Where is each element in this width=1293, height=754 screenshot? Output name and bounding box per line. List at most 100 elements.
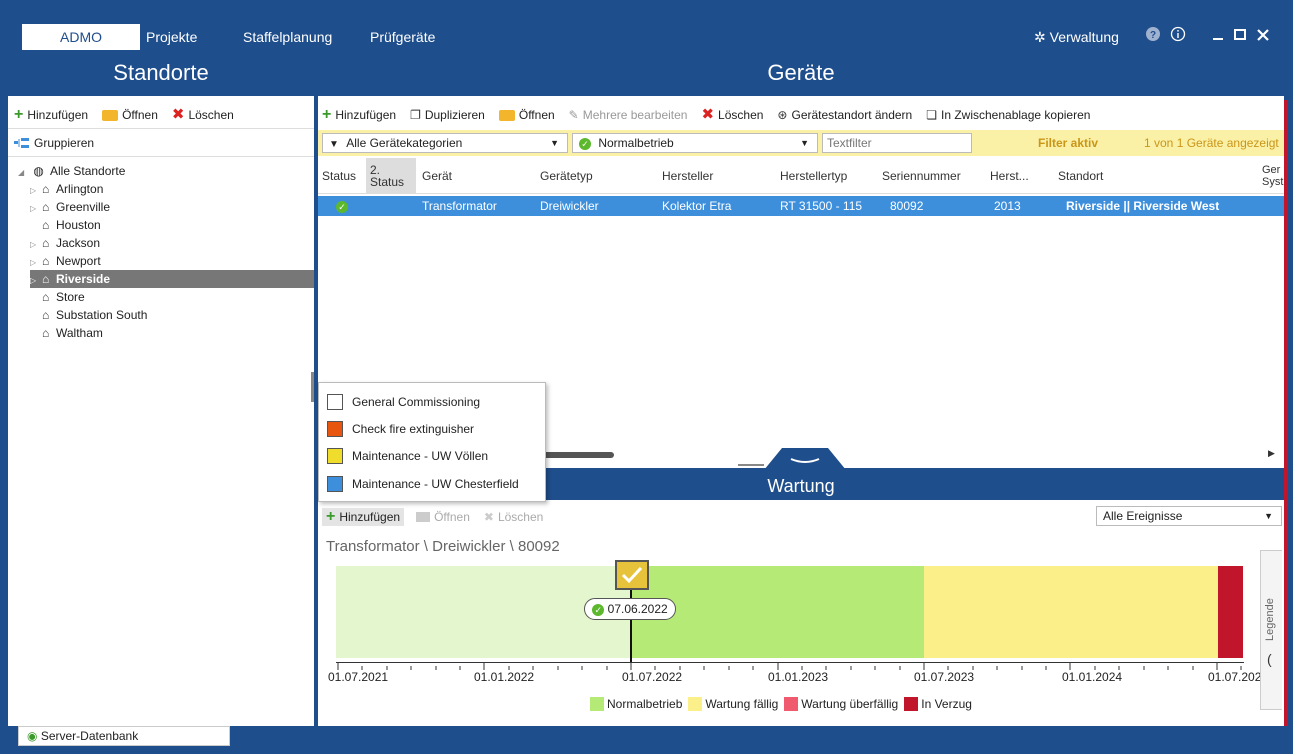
tree-item-houston[interactable]: ⌂ Houston: [30, 216, 101, 234]
column-header-herstellertyp[interactable]: Herstellertyp: [776, 158, 878, 194]
column-header-status2[interactable]: 2. Status: [366, 158, 416, 194]
open-location-button[interactable]: Öffnen: [102, 108, 158, 122]
timeline-ticks: [337, 662, 1242, 670]
tree-item-store[interactable]: ⌂ Store: [30, 288, 85, 306]
tree-item-newport[interactable]: ▷ ⌂ Newport: [30, 252, 101, 270]
panel-title-geraete: Geräte: [318, 50, 1284, 96]
open-device-button[interactable]: Öffnen: [498, 108, 555, 122]
open-label: Öffnen: [434, 510, 470, 524]
house-icon: ⌂: [42, 290, 50, 304]
check-circle-icon: ✓: [336, 201, 348, 213]
popup-item-maintenance-uw-voellen[interactable]: Maintenance - UW Völlen: [327, 447, 488, 465]
chevron-down-icon: ▼: [800, 138, 809, 148]
house-icon: ⌂: [42, 254, 50, 268]
timeline-normal-segment: [632, 566, 924, 658]
column-header-truncated[interactable]: Ger Syst: [1258, 158, 1284, 194]
house-icon: ⌂: [42, 326, 50, 340]
tree-item-riverside[interactable]: ▷ ⌂ Riverside: [30, 270, 314, 288]
splitter-grip[interactable]: [738, 464, 764, 466]
house-icon: ⌂: [42, 218, 50, 232]
minimize-icon[interactable]: [1212, 24, 1224, 50]
cell-standort: Riverside || Riverside West: [1066, 199, 1220, 213]
tree-item-label: Substation South: [56, 308, 148, 322]
legend-side-tab[interactable]: Legende (: [1260, 550, 1282, 710]
tree-item-label: Greenville: [56, 200, 111, 214]
chevron-down-icon: ▼: [550, 138, 559, 148]
scroll-right-icon[interactable]: ▶: [1268, 448, 1275, 459]
event-filter-dropdown[interactable]: Alle Ereignisse ▼: [1096, 506, 1282, 526]
tree-item-arlington[interactable]: ▷ ⌂ Arlington: [30, 180, 103, 198]
tab-projekte[interactable]: Projekte: [146, 24, 197, 50]
add-maintenance-button[interactable]: + Hinzufügen: [322, 508, 405, 526]
maintenance-breadcrumb: Transformator \ Dreiwickler \ 80092: [326, 538, 560, 555]
tree-item-substation-south[interactable]: ⌂ Substation South: [30, 306, 147, 324]
text-filter-input[interactable]: [822, 133, 972, 153]
legend-swatch-normal: [590, 697, 604, 711]
open-label: Öffnen: [518, 108, 555, 122]
chevron-down-icon: ▼: [1264, 511, 1273, 521]
tab-pruefgeraete[interactable]: Prüfgeräte: [370, 24, 435, 50]
delete-maintenance-button[interactable]: ✖ Löschen: [484, 510, 543, 524]
copy-clipboard-button[interactable]: ❏ In Zwischenablage kopieren: [926, 108, 1090, 122]
column-header-herstellungsjahr[interactable]: Herst...: [986, 158, 1048, 194]
column-header-seriennummer[interactable]: Seriennummer: [878, 158, 986, 194]
tree-root-label: Alle Standorte: [50, 164, 126, 178]
add-location-button[interactable]: + Hinzufügen: [14, 107, 88, 123]
standorte-panel: Standorte + Hinzufügen Öffnen ✖ Löschen Gr…: [8, 50, 314, 726]
group-button[interactable]: Gruppieren: [14, 130, 94, 156]
wartung-toolbar: + Hinzufügen Öffnen ✖ Löschen: [322, 504, 557, 530]
top-navigation: ADMO Projekte Staffelplanung Prüfgeräte …: [0, 0, 1293, 50]
house-icon: ⌂: [42, 236, 50, 250]
divider: [8, 128, 314, 129]
tree-item-jackson[interactable]: ▷ ⌂ Jackson: [30, 234, 100, 252]
status-filter-dropdown[interactable]: ✓ Normalbetrieb ▼: [572, 133, 818, 153]
delete-location-button[interactable]: ✖ Löschen: [172, 107, 234, 122]
tree-item-waltham[interactable]: ⌂ Waltham: [30, 324, 103, 342]
tab-staffelplanung[interactable]: Staffelplanung: [243, 24, 332, 50]
popup-item-general-commissioning[interactable]: General Commissioning: [327, 393, 480, 411]
tree-item-greenville[interactable]: ▷ ⌂ Greenville: [30, 198, 110, 216]
add-device-button[interactable]: + Hinzufügen: [322, 107, 397, 123]
server-database-indicator[interactable]: ◉ Server-Datenbank: [18, 726, 230, 746]
help-icon[interactable]: ?: [1145, 24, 1161, 50]
delete-device-button[interactable]: ✖ Löschen: [701, 107, 763, 122]
verwaltung-button[interactable]: ✲ Verwaltung: [1034, 24, 1119, 50]
open-maintenance-button[interactable]: Öffnen: [416, 510, 470, 524]
maximize-icon[interactable]: [1234, 24, 1246, 50]
tree-item-label: Jackson: [56, 236, 101, 250]
table-row[interactable]: ✓ Transformator Dreiwickler Kolektor Etr…: [318, 196, 1284, 216]
event-filter-value: Alle Ereignisse: [1103, 509, 1183, 523]
divider: [8, 156, 314, 157]
filter-icon: ▼: [329, 139, 339, 150]
tree-item-label: Newport: [56, 254, 101, 268]
popup-item-check-fire-extinguisher[interactable]: Check fire extinguisher: [327, 420, 474, 438]
edit-multiple-button[interactable]: ✎ Mehrere bearbeiten: [569, 108, 688, 122]
commissioning-icon: [327, 394, 343, 410]
tab-admo[interactable]: ADMO: [22, 24, 140, 50]
swatch-icon: [327, 476, 343, 492]
duplicate-button[interactable]: ❐ Duplizieren: [410, 108, 485, 122]
add-label: Hinzufügen: [335, 108, 397, 122]
legend-label: Normalbetrieb: [607, 697, 683, 711]
category-filter-dropdown[interactable]: ▼ Alle Gerätekategorien ▼: [322, 133, 568, 153]
duplicate-icon: ❐: [410, 108, 421, 122]
tree-item-label: Store: [56, 290, 85, 304]
column-header-geraetetyp[interactable]: Gerätetyp: [536, 158, 658, 194]
column-header-geraet[interactable]: Gerät: [418, 158, 536, 194]
column-header-hersteller[interactable]: Hersteller: [658, 158, 776, 194]
popup-item-maintenance-uw-chesterfield[interactable]: Maintenance - UW Chesterfield: [327, 475, 519, 493]
tree-root-alle-standorte[interactable]: ◢ ◍ Alle Standorte: [18, 162, 125, 180]
column-header-standort[interactable]: Standort: [1054, 158, 1254, 194]
change-location-button[interactable]: ⊛ Gerätestandort ändern: [777, 108, 912, 122]
close-icon[interactable]: [1256, 24, 1270, 50]
popup-item-label: Check fire extinguisher: [352, 422, 475, 436]
info-icon[interactable]: [1170, 24, 1186, 50]
timeline-legend: Normalbetrieb Wartung fällig Wartung übe…: [584, 696, 972, 712]
collapse-tab[interactable]: [764, 448, 846, 470]
cell-hersteller: Kolektor Etra: [662, 199, 732, 213]
column-header-status[interactable]: Status: [318, 158, 366, 194]
splitter-grip[interactable]: [311, 372, 314, 402]
event-marker-flag[interactable]: [615, 560, 649, 590]
house-icon: ⌂: [42, 182, 50, 196]
popup-item-label: Maintenance - UW Völlen: [352, 449, 489, 463]
